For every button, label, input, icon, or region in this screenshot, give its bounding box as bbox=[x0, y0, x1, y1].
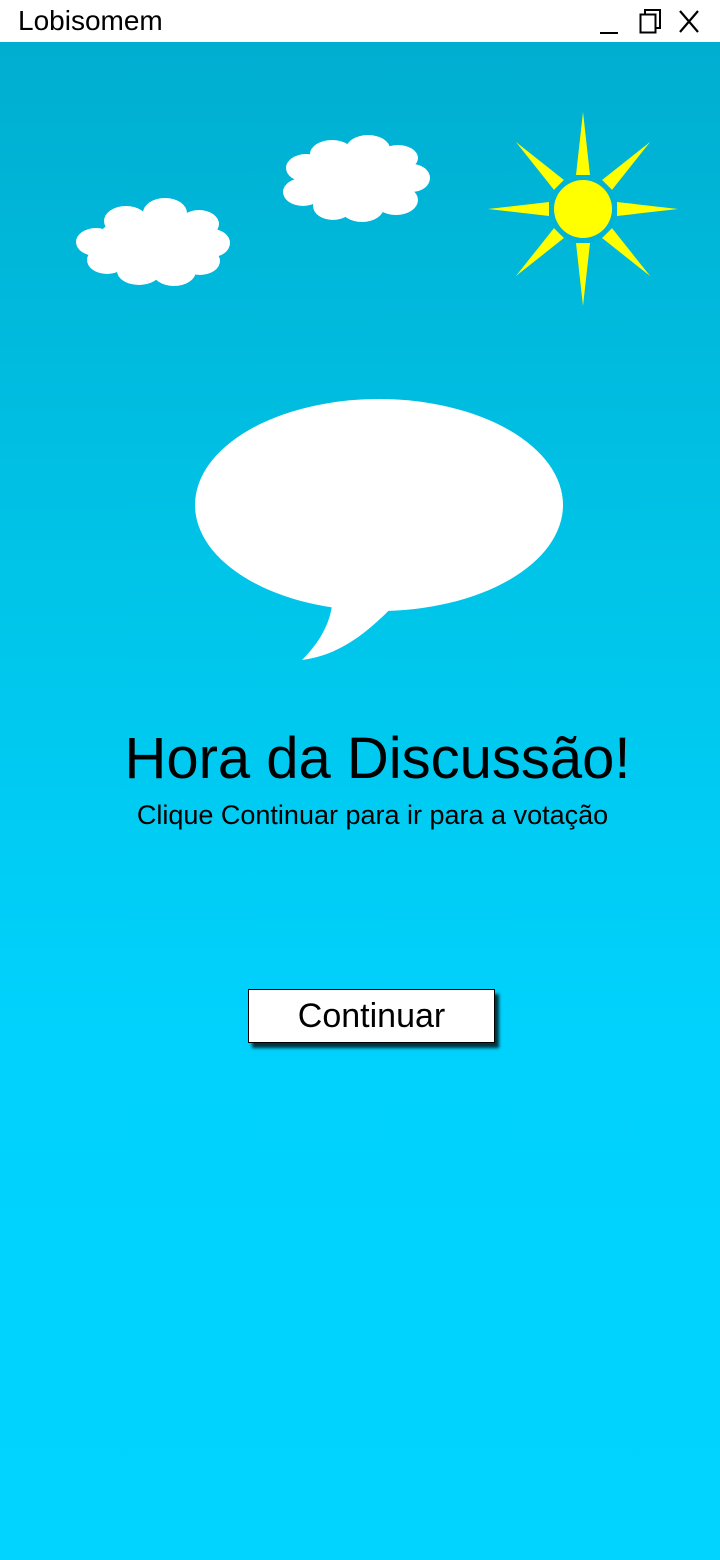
page-title: Hora da Discussão! bbox=[124, 726, 631, 791]
instruction-text: Clique Continuar para ir para a votação bbox=[136, 800, 609, 830]
cloud-icon bbox=[283, 135, 430, 222]
minimize-icon bbox=[600, 32, 618, 34]
speech-bubble-icon bbox=[195, 399, 563, 660]
minimize-button[interactable] bbox=[596, 6, 626, 36]
app-window: Lobisomem Hora da Discussão! Clique Cont… bbox=[0, 0, 720, 1560]
cloud-icon bbox=[76, 198, 230, 286]
close-icon bbox=[679, 10, 699, 33]
restore-button[interactable] bbox=[637, 6, 667, 36]
close-button[interactable] bbox=[676, 6, 706, 36]
title-bar: Lobisomem bbox=[0, 0, 720, 42]
continue-button[interactable]: Continuar bbox=[248, 989, 495, 1043]
window-title: Lobisomem bbox=[18, 5, 163, 36]
sun-icon bbox=[488, 112, 678, 306]
restore-icon bbox=[639, 9, 661, 34]
